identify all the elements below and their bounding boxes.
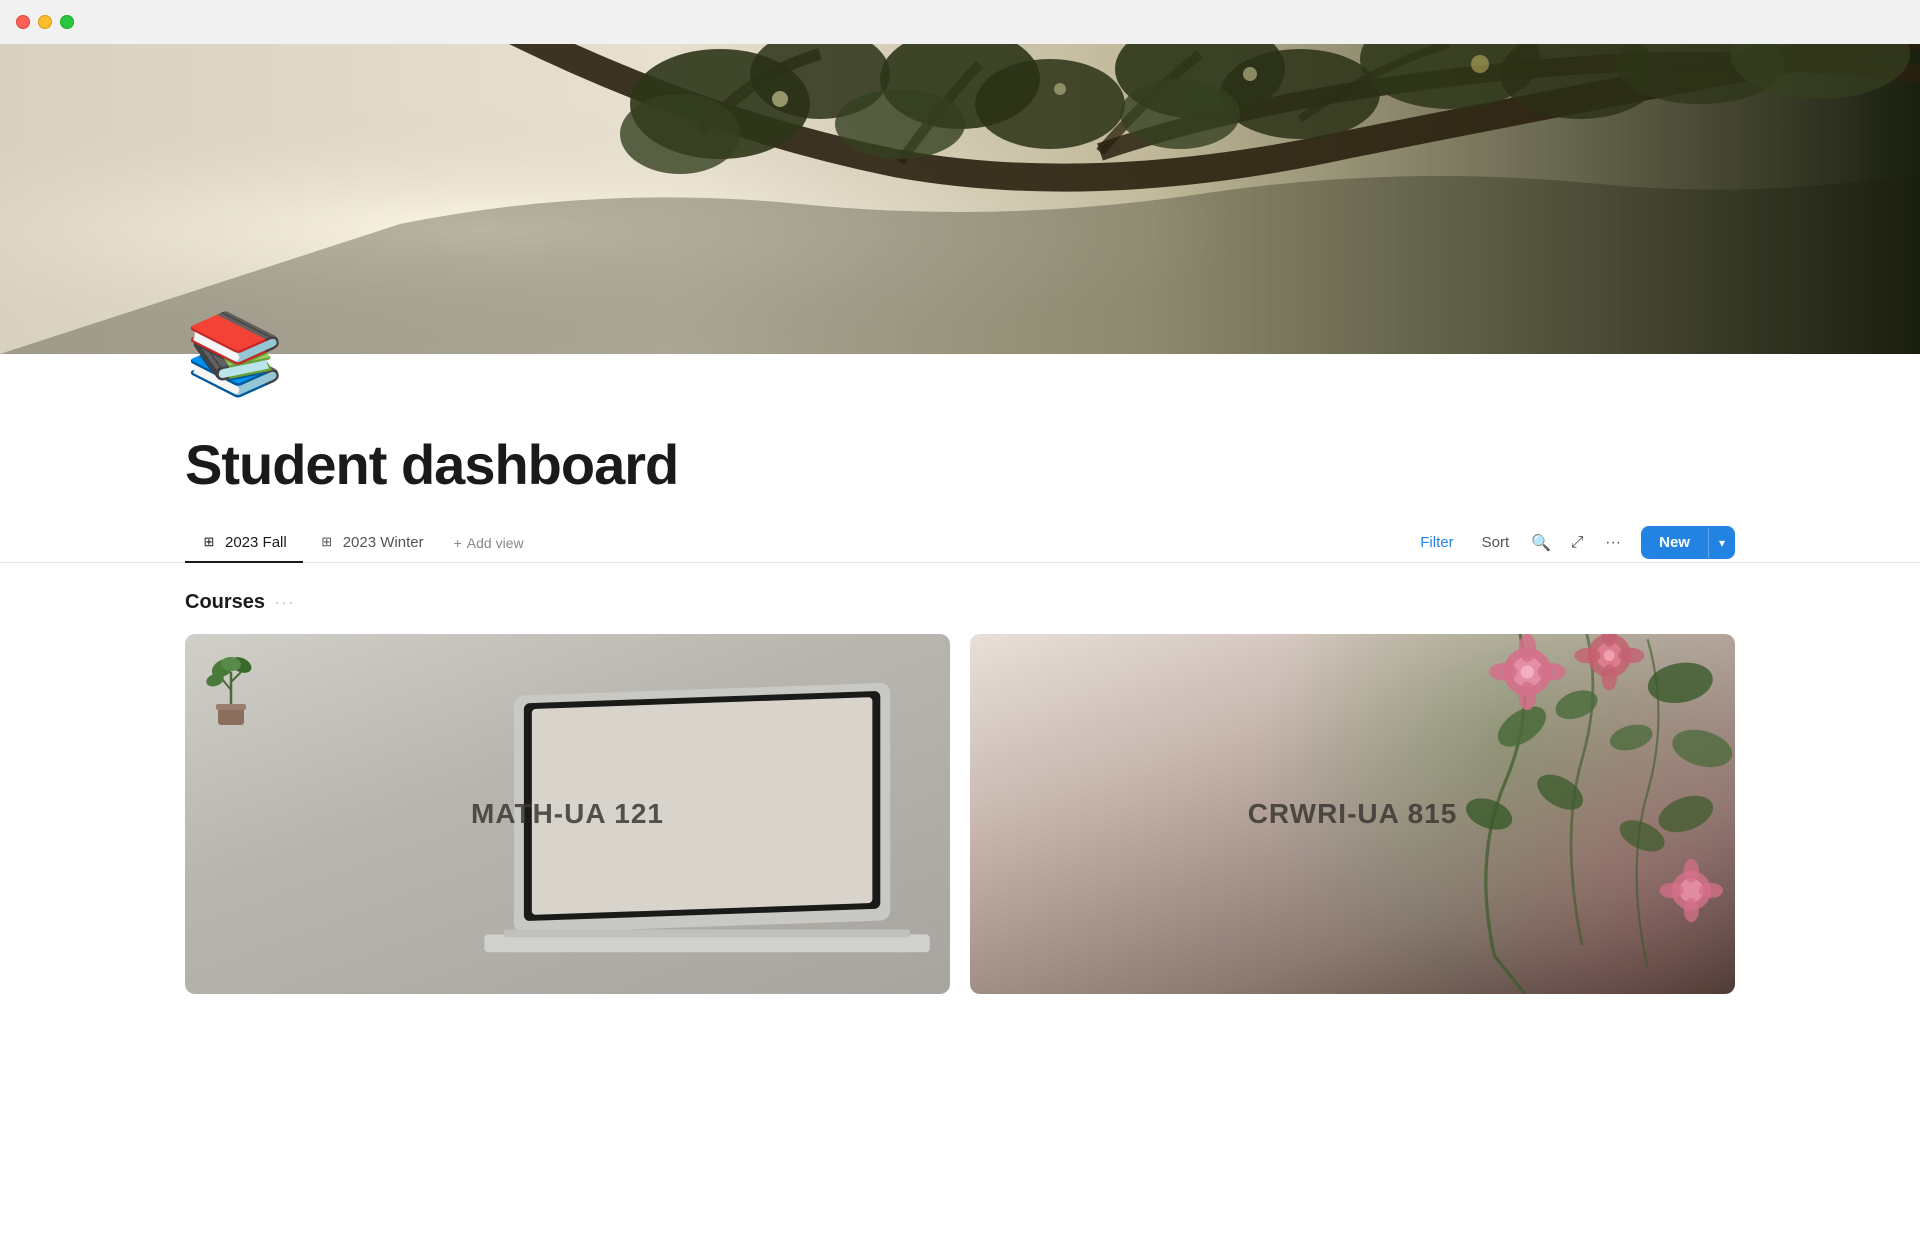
courses-grid: MATH-UA 121 xyxy=(185,634,1735,994)
new-button[interactable]: New xyxy=(1641,526,1708,559)
plant-decoration xyxy=(203,652,258,727)
table-icon-fall: ⊞ xyxy=(201,534,217,550)
add-view-label: Add view xyxy=(467,535,524,551)
new-button-group: New ▾ xyxy=(1641,526,1735,559)
add-view-button[interactable]: + Add view xyxy=(440,525,538,561)
table-icon-winter: ⊞ xyxy=(319,534,335,550)
toolbar-right: Filter Sort 🔍 ⤢ ··· New ▾ xyxy=(1408,526,1735,559)
laptop-decoration xyxy=(379,677,930,994)
chevron-down-icon: ▾ xyxy=(1719,536,1725,550)
course-math-label: MATH-UA 121 xyxy=(471,798,664,830)
hero-banner xyxy=(0,44,1920,354)
page-title: Student dashboard xyxy=(185,434,1735,496)
filter-button[interactable]: Filter xyxy=(1408,528,1465,557)
course-card-crwri[interactable]: CRWRI-UA 815 xyxy=(970,634,1735,994)
titlebar xyxy=(0,0,1920,44)
courses-more-icon[interactable]: ··· xyxy=(275,594,295,610)
page-icon: 📚 xyxy=(185,314,1920,394)
toolbar-row: ⊞ 2023 Fall ⊞ 2023 Winter + Add view Fil… xyxy=(0,524,1920,563)
close-button[interactable] xyxy=(16,15,30,29)
tab-2023-fall-label: 2023 Fall xyxy=(225,534,287,551)
expand-icon: ⤢ xyxy=(1571,534,1584,552)
courses-title: Courses xyxy=(185,591,265,614)
sort-button[interactable]: Sort xyxy=(1470,528,1522,557)
more-options-icon: ··· xyxy=(1605,534,1621,552)
search-icon: 🔍 xyxy=(1531,533,1551,553)
maximize-button[interactable] xyxy=(60,15,74,29)
tab-2023-fall[interactable]: ⊞ 2023 Fall xyxy=(185,524,303,563)
tab-2023-winter[interactable]: ⊞ 2023 Winter xyxy=(303,524,440,563)
course-card-math[interactable]: MATH-UA 121 xyxy=(185,634,950,994)
course-crwri-label: CRWRI-UA 815 xyxy=(1248,798,1458,830)
search-button[interactable]: 🔍 xyxy=(1525,527,1557,559)
courses-header: Courses ··· xyxy=(185,591,1735,614)
minimize-button[interactable] xyxy=(38,15,52,29)
courses-section: Courses ··· xyxy=(0,563,1920,1014)
tab-2023-winter-label: 2023 Winter xyxy=(343,534,424,551)
page-title-area: Student dashboard xyxy=(0,414,1920,524)
plus-icon: + xyxy=(454,535,462,551)
more-options-button[interactable]: ··· xyxy=(1597,527,1629,559)
new-button-chevron[interactable]: ▾ xyxy=(1708,528,1735,558)
page-content: 📚 Student dashboard ⊞ 2023 Fall ⊞ 2023 W… xyxy=(0,314,1920,1074)
filter-label: Filter xyxy=(1420,534,1453,551)
expand-button[interactable]: ⤢ xyxy=(1561,527,1593,559)
sort-label: Sort xyxy=(1482,534,1510,551)
